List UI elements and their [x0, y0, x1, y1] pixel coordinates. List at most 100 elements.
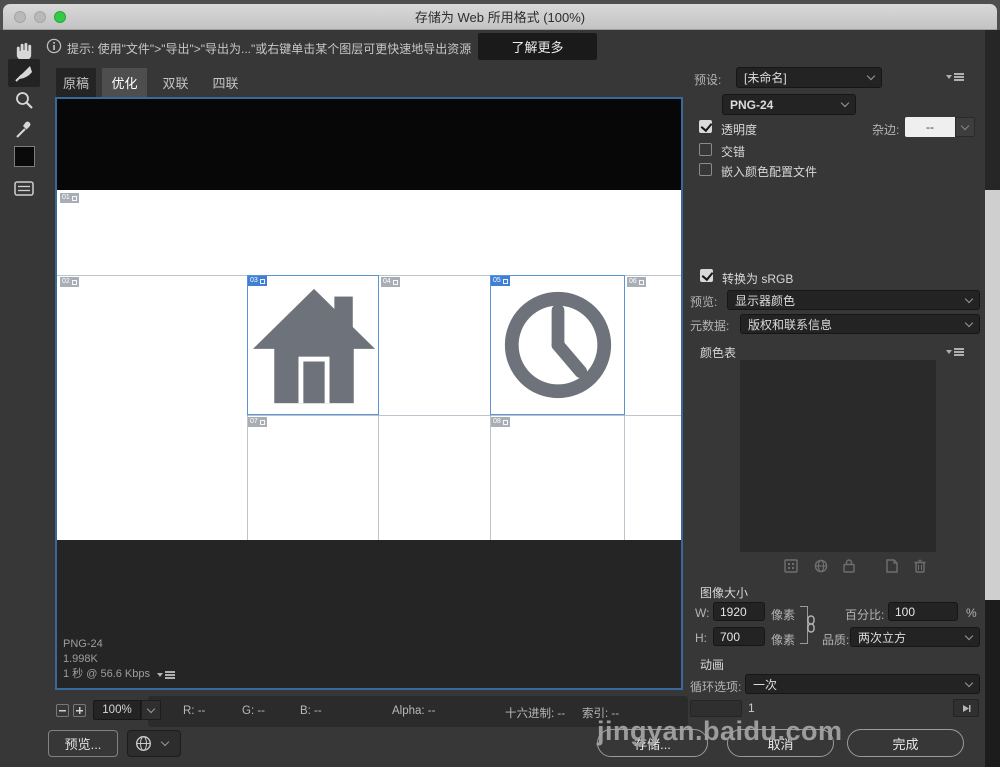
magnifier-icon	[14, 90, 34, 110]
tip-text: 提示: 使用"文件">"导出">"导出为..."或右键单击某个图层可更快速地导出…	[67, 40, 471, 57]
lock-color-icon[interactable]	[842, 558, 856, 573]
chevron-down-icon	[965, 631, 973, 639]
titlebar: 存储为 Web 所用格式 (100%)	[3, 4, 997, 30]
interlaced-checkbox[interactable]	[699, 143, 712, 156]
web-shift-icon[interactable]	[814, 559, 828, 573]
home-image-icon	[251, 282, 377, 410]
chevron-down-icon	[841, 99, 849, 107]
loop-options-label: 循环选项:	[690, 678, 741, 695]
height-unit: 像素	[771, 631, 795, 648]
preset-label: 预设:	[694, 71, 721, 88]
slice-badge[interactable]: 07	[248, 417, 267, 427]
tab-original[interactable]: 原稿	[56, 68, 96, 97]
chevron-down-icon	[161, 738, 169, 746]
readout-g: G: --	[242, 705, 265, 717]
convert-srgb-label: 转换为 sRGB	[722, 270, 793, 287]
eyedropper-tool[interactable]	[8, 114, 40, 142]
height-label: H:	[695, 631, 707, 645]
slice-guide-h2	[247, 415, 681, 416]
transparency-label: 透明度	[721, 121, 757, 138]
height-input[interactable]: 700	[713, 627, 765, 646]
quality-dropdown[interactable]: 两次立方	[850, 627, 980, 647]
new-color-icon[interactable]	[885, 558, 899, 573]
slice-badge[interactable]: 06	[627, 277, 646, 287]
done-button[interactable]: 完成	[847, 729, 964, 757]
next-frame-button[interactable]	[953, 699, 979, 717]
readout-alpha: Alpha: --	[392, 705, 435, 717]
slice-badge-selected[interactable]: 03	[248, 276, 267, 286]
slice-select-icon	[14, 63, 34, 83]
select-browser-group[interactable]	[127, 730, 181, 757]
hand-icon	[13, 39, 35, 61]
status-download-time: 1 秒 @ 56.6 Kbps	[63, 667, 150, 682]
background-window-strip-middle	[985, 190, 1000, 600]
percent-input[interactable]: 100	[888, 602, 958, 621]
readout-r: R: --	[183, 705, 205, 717]
minimize-window-button[interactable]	[34, 11, 46, 23]
preview-canvas[interactable]: 01 02 03 04 05 06 07 08 PNG-24 1.998K	[55, 97, 683, 690]
image-dark-header-band	[57, 99, 681, 190]
play-arrow-icon	[962, 704, 971, 713]
color-table-box[interactable]	[740, 360, 936, 552]
interlaced-label: 交错	[721, 143, 745, 160]
quality-label: 品质:	[822, 631, 849, 648]
matte-dropdown-chevron[interactable]	[955, 117, 975, 137]
tab-2up[interactable]: 双联	[154, 68, 197, 97]
close-window-button[interactable]	[14, 11, 26, 23]
loop-options-dropdown[interactable]: 一次	[745, 674, 980, 694]
image-size-title: 图像大小	[700, 584, 748, 601]
frame-nav-box[interactable]	[690, 700, 742, 717]
animation-title: 动画	[700, 656, 724, 673]
tab-4up[interactable]: 四联	[204, 68, 247, 97]
toggle-slices-visibility[interactable]	[8, 175, 40, 203]
metadata-dropdown[interactable]: 版权和联系信息	[740, 314, 980, 334]
zoom-tool[interactable]	[8, 86, 40, 114]
watermark-text: jingyan.baidu.com	[597, 716, 843, 747]
link-chain-icon[interactable]	[806, 615, 816, 633]
matte-value-box[interactable]: --	[905, 117, 955, 137]
background-window-strip-top	[985, 30, 1000, 190]
readout-b: B: --	[300, 705, 322, 717]
dither-swatch-icon[interactable]	[784, 559, 798, 573]
eyedropper-color-swatch[interactable]	[14, 146, 35, 167]
browser-globe-icon	[135, 735, 152, 752]
save-for-web-dialog: 存储为 Web 所用格式 (100%) 提示: 使用"文件">"导出">"导出为…	[0, 0, 1000, 767]
zoom-level-dropdown[interactable]	[141, 700, 161, 720]
embed-profile-label: 嵌入颜色配置文件	[721, 163, 817, 180]
optimize-status: PNG-24 1.998K 1 秒 @ 56.6 Kbps	[63, 637, 175, 682]
percent-unit: %	[966, 606, 977, 620]
format-dropdown[interactable]: PNG-24	[722, 94, 856, 115]
color-table-label: 颜色表	[700, 344, 736, 361]
color-table-menu-icon[interactable]	[946, 348, 964, 356]
chevron-down-icon	[965, 318, 973, 326]
transparency-checkbox[interactable]	[699, 120, 712, 133]
width-input[interactable]: 1920	[713, 602, 765, 621]
preview-in-browser-button[interactable]: 预览...	[48, 730, 118, 757]
embed-profile-checkbox[interactable]	[699, 163, 712, 176]
learn-more-button[interactable]: 了解更多	[478, 33, 597, 60]
status-menu-icon[interactable]	[157, 671, 175, 679]
slice-badge[interactable]: 01	[60, 193, 79, 203]
zoom-in-button[interactable]	[73, 704, 86, 717]
metadata-label: 元数据:	[690, 317, 729, 334]
slice-badge[interactable]: 04	[381, 277, 400, 287]
zoom-window-button[interactable]	[54, 11, 66, 23]
convert-srgb-checkbox[interactable]	[700, 269, 713, 282]
trash-icon[interactable]	[913, 558, 927, 573]
slice-badge-selected[interactable]: 05	[491, 276, 510, 286]
zoom-level-value[interactable]: 100%	[93, 700, 141, 720]
chevron-down-icon	[867, 72, 875, 80]
slice-badge[interactable]: 02	[60, 277, 79, 287]
tab-optimized[interactable]: 优化	[102, 68, 147, 97]
width-label: W:	[695, 606, 709, 620]
preset-dropdown[interactable]: [未命名]	[736, 67, 882, 88]
zoom-out-button[interactable]	[56, 704, 69, 717]
preview-dropdown[interactable]: 显示器颜色	[727, 290, 980, 310]
window-title: 存储为 Web 所用格式 (100%)	[415, 7, 585, 26]
traffic-lights	[14, 4, 66, 30]
slice-select-tool[interactable]	[8, 59, 40, 87]
slice-badge[interactable]: 08	[491, 417, 510, 427]
matte-label: 杂边:	[872, 121, 899, 138]
preset-panel-menu-icon[interactable]	[946, 73, 964, 81]
chevron-down-icon	[965, 294, 973, 302]
